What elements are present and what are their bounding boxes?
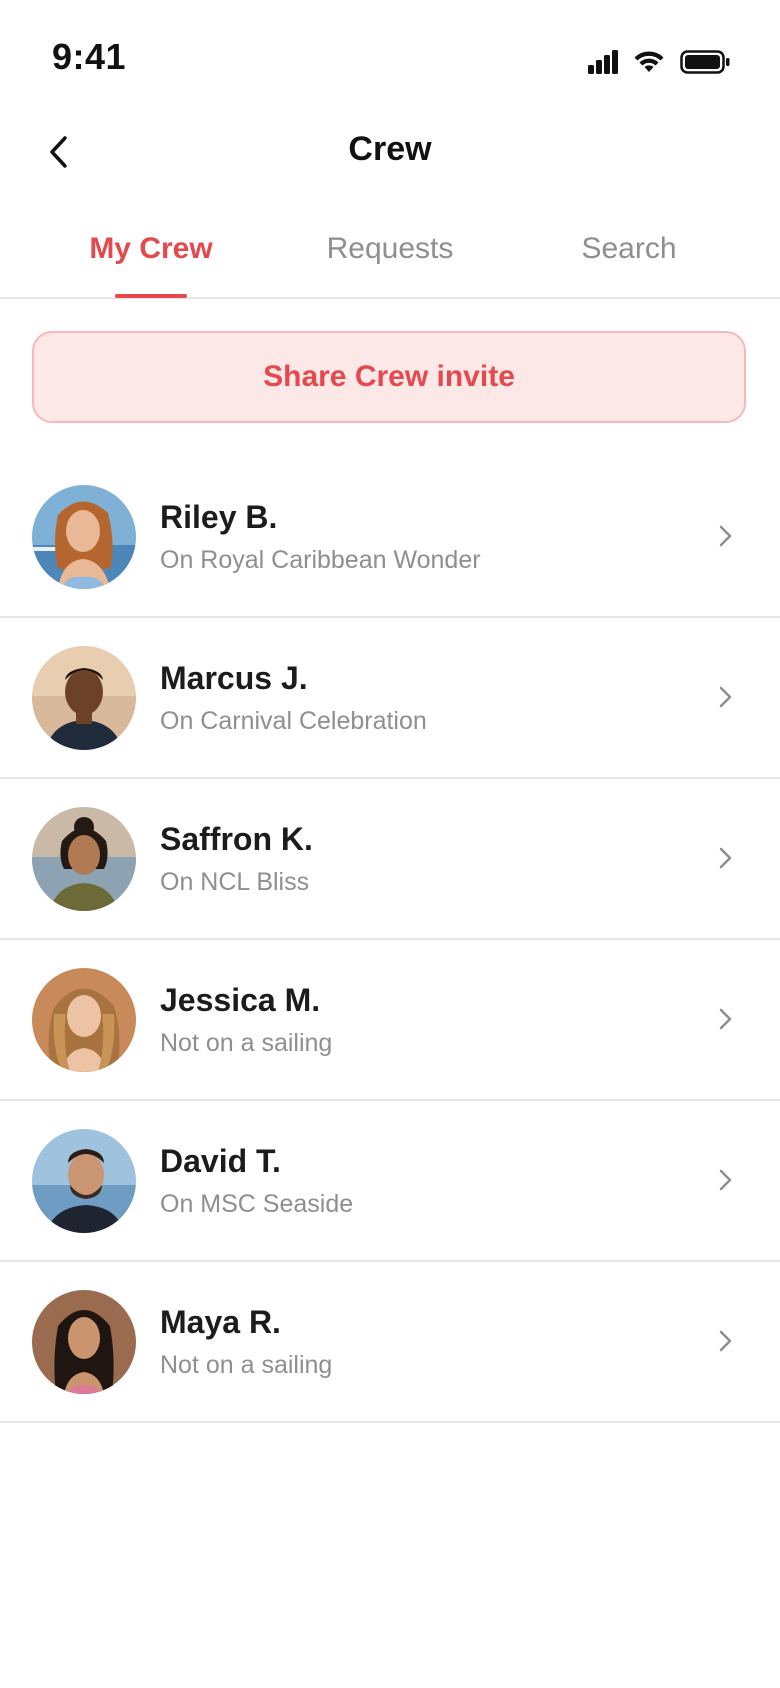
- chevron-right-icon: [716, 1165, 736, 1195]
- tab-my-crew[interactable]: My Crew: [31, 232, 271, 266]
- crew-row-marcus[interactable]: Marcus J. On Carnival Celebration: [0, 618, 780, 779]
- crew-row-saffron[interactable]: Saffron K. On NCL Bliss: [0, 779, 780, 940]
- status-icons: [588, 50, 730, 79]
- crew-row-riley[interactable]: Riley B. On Royal Caribbean Wonder: [0, 457, 780, 618]
- crew-row-jessica[interactable]: Jessica M. Not on a sailing: [0, 940, 780, 1101]
- tab-requests[interactable]: Requests: [270, 232, 510, 266]
- crew-sailing-status: Not on a sailing: [160, 1351, 333, 1379]
- crew-name: Jessica M.: [160, 982, 321, 1018]
- marcus-avatar-photo: [32, 646, 136, 750]
- jessica-avatar-photo: [32, 968, 136, 1072]
- tab-search[interactable]: Search: [509, 232, 749, 266]
- crew-sailing-status: On NCL Bliss: [160, 868, 310, 896]
- chevron-right-icon: [716, 1326, 736, 1356]
- crew-name: David T.: [160, 1143, 281, 1179]
- david-avatar-photo: [32, 1129, 136, 1233]
- maya-avatar-photo: [32, 1290, 136, 1394]
- tab-bar: My Crew Requests Search: [0, 210, 780, 299]
- status-bar: 9:41: [0, 0, 780, 110]
- riley-avatar-photo: [32, 485, 136, 589]
- saffron-avatar-photo: [32, 807, 136, 911]
- chevron-right-icon: [716, 521, 736, 551]
- share-crew-invite-button[interactable]: Share Crew invite: [32, 331, 746, 423]
- crew-sailing-status: On MSC Seaside: [160, 1190, 354, 1218]
- crew-name: Riley B.: [160, 499, 278, 535]
- crew-name: Marcus J.: [160, 660, 308, 696]
- cellular-signal-icon: [588, 50, 618, 79]
- crew-sailing-status: On Carnival Celebration: [160, 707, 427, 735]
- nav-bar: Crew: [0, 110, 780, 200]
- crew-row-david[interactable]: David T. On MSC Seaside: [0, 1101, 780, 1262]
- crew-sailing-status: Not on a sailing: [160, 1029, 333, 1057]
- status-time: 9:41: [52, 36, 127, 77]
- crew-name: Maya R.: [160, 1304, 281, 1340]
- active-tab-indicator: [115, 294, 187, 298]
- chevron-right-icon: [716, 682, 736, 712]
- crew-list: Riley B. On Royal Caribbean Wonder Marcu…: [0, 457, 780, 1423]
- page-title: Crew: [348, 130, 432, 168]
- crew-row-maya[interactable]: Maya R. Not on a sailing: [0, 1262, 780, 1423]
- wifi-icon: [632, 50, 666, 79]
- crew-sailing-status: On Royal Caribbean Wonder: [160, 546, 481, 574]
- battery-icon: [680, 50, 730, 79]
- chevron-right-icon: [716, 1004, 736, 1034]
- chevron-right-icon: [716, 843, 736, 873]
- crew-name: Saffron K.: [160, 821, 313, 857]
